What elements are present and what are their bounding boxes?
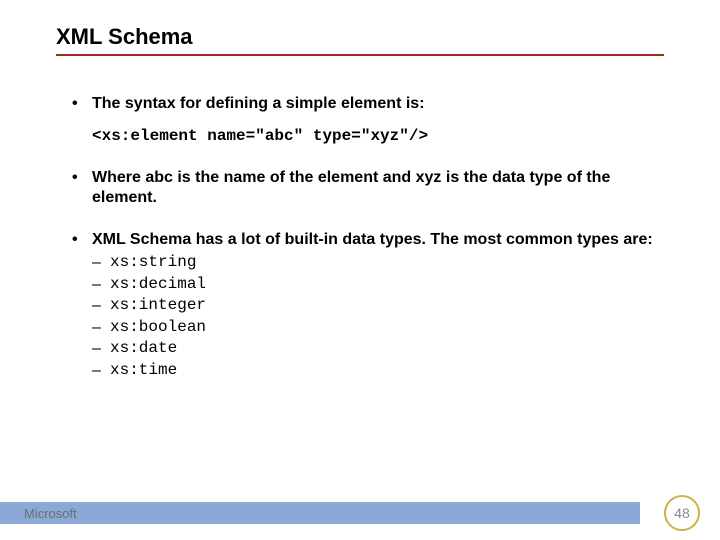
type-item: xs:string <box>92 252 672 274</box>
type-item: xs:time <box>92 360 672 382</box>
content-area: The syntax for defining a simple element… <box>72 94 672 404</box>
bullet-syntax-text: The syntax for defining a simple element… <box>92 95 425 112</box>
bullet-explanation-text: Where abc is the name of the element and… <box>92 169 610 206</box>
bullet-types: XML Schema has a lot of built-in data ty… <box>72 230 672 382</box>
type-item: xs:boolean <box>92 317 672 339</box>
slide-title: XML Schema <box>56 24 664 50</box>
type-item: xs:date <box>92 338 672 360</box>
code-example: <xs:element name="abc" type="xyz"/> <box>92 126 672 146</box>
type-item: xs:decimal <box>92 274 672 296</box>
page-number: 48 <box>674 505 690 521</box>
types-list: xs:string xs:decimal xs:integer xs:boole… <box>92 252 672 382</box>
title-underline <box>56 54 664 56</box>
footer-bar: Microsoft <box>0 502 640 524</box>
type-item: xs:integer <box>92 295 672 317</box>
bullet-list: The syntax for defining a simple element… <box>72 94 672 382</box>
slide: XML Schema The syntax for defining a sim… <box>0 0 720 540</box>
title-block: XML Schema <box>56 24 664 56</box>
bullet-syntax: The syntax for defining a simple element… <box>72 94 672 146</box>
bullet-types-text: XML Schema has a lot of built-in data ty… <box>92 231 653 248</box>
bullet-explanation: Where abc is the name of the element and… <box>72 168 672 208</box>
footer-brand: Microsoft <box>0 506 77 521</box>
page-number-badge: 48 <box>664 495 700 531</box>
